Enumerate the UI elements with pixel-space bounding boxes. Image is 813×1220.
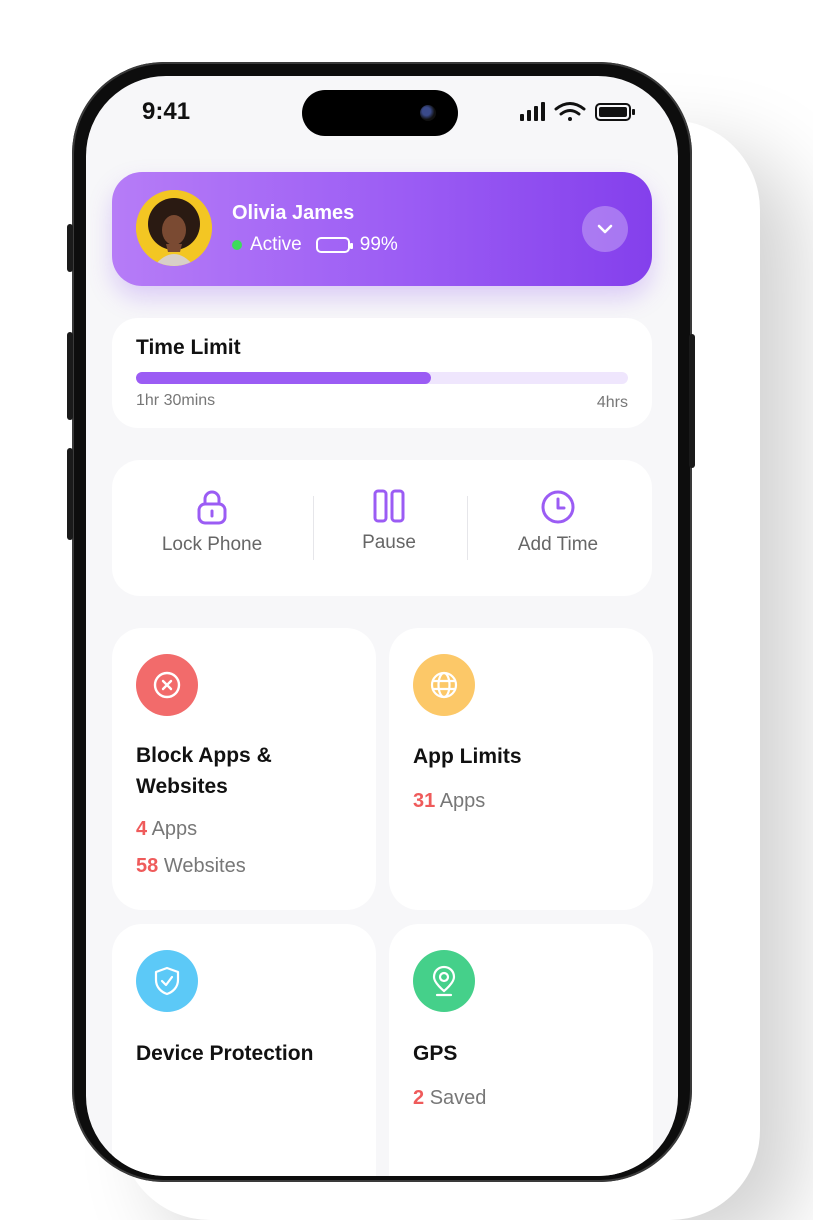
blocked-apps-stat: 4 Apps [136,818,197,841]
block-apps-title: Block Apps & Websites [136,744,272,798]
wifi-icon [554,102,586,121]
gps-title: GPS [413,1042,458,1065]
saved-locations-stat: 2 Saved [413,1087,486,1110]
pause-icon [373,489,405,523]
mute-switch [67,224,73,272]
profile-status-row: Active 99% [232,233,398,257]
gps-tile[interactable]: GPS 2 Saved [389,924,653,1176]
globe-icon-badge [413,654,475,716]
camera-icon [420,105,436,121]
location-icon-badge [413,950,475,1012]
time-limit-progress-track [136,372,628,384]
saved-locations-label: Saved [429,1087,487,1109]
location-icon [432,965,456,997]
blocked-apps-label: Apps [151,818,198,840]
profile-expand-button[interactable] [582,206,628,252]
battery-status-icon [595,103,635,121]
avatar [136,190,212,266]
status-icons [520,102,635,121]
battery-percentage: 99% [359,234,398,255]
block-icon [153,671,181,699]
time-used-label: 1hr 30mins [136,392,216,409]
time-limit-card[interactable]: Time Limit 1hr 30mins 4hrs [112,318,652,428]
dynamic-island [302,90,458,136]
shield-icon [154,966,180,996]
phone-screen: 9:41 Olivia James Active 99% Time Limit … [86,76,678,1176]
child-profile-card[interactable]: Olivia James Active 99% [112,172,652,286]
quick-actions-card: Lock Phone Pause Add Time [112,460,652,596]
saved-locations-count: 2 [413,1087,425,1109]
action-divider [467,496,468,560]
add-time-label: Add Time [517,534,599,555]
limited-apps-label: Apps [439,790,486,812]
limited-apps-stat: 31 Apps [413,790,485,813]
battery-icon [315,237,353,253]
volume-down-button [67,448,73,540]
lock-icon [197,490,227,525]
globe-icon [430,671,458,699]
time-limit-progress-fill [136,372,432,384]
block-apps-tile[interactable]: Block Apps & Websites 4 Apps 58 Websites [112,628,376,910]
chevron-down-icon [597,224,613,234]
app-limits-tile[interactable]: App Limits 31 Apps [389,628,653,910]
device-protection-tile[interactable]: Device Protection [112,924,376,1176]
clock-icon [541,490,575,524]
volume-up-button [67,332,73,420]
time-max-label: 4hrs [596,394,628,411]
signal-icon [520,102,545,121]
time-limit-title: Time Limit [136,336,241,359]
pause-label: Pause [362,532,416,553]
limited-apps-count: 31 [413,790,436,812]
blocked-websites-count: 58 [136,855,159,877]
pause-button[interactable]: Pause [309,488,469,554]
app-limits-title: App Limits [413,745,522,768]
blocked-apps-count: 4 [136,818,148,840]
avatar-photo [136,190,212,266]
block-icon-badge [136,654,198,716]
blocked-websites-stat: 58 Websites [136,855,246,878]
blocked-websites-label: Websites [163,855,246,877]
active-status-dot [232,240,242,250]
shield-icon-badge [136,950,198,1012]
active-status-label: Active [250,234,302,255]
add-time-button[interactable]: Add Time [478,488,638,556]
lock-phone-button[interactable]: Lock Phone [132,488,292,556]
profile-name: Olivia James [232,202,355,224]
device-protection-title: Device Protection [136,1042,314,1065]
lock-phone-label: Lock Phone [161,534,263,555]
status-time: 9:41 [142,98,191,125]
power-button [689,334,695,468]
